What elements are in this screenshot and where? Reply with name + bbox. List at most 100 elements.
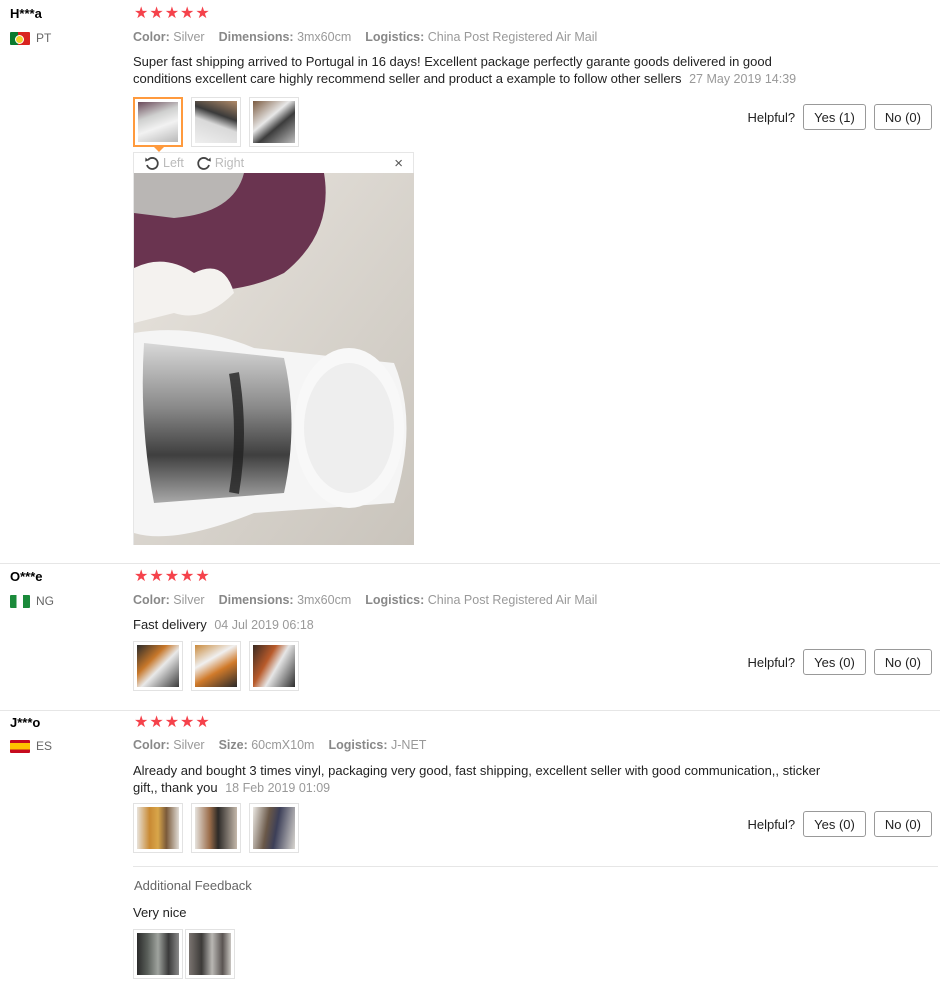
yes-button[interactable]: Yes (0) [803, 811, 866, 837]
star-icon: ★ [149, 5, 164, 22]
review-text: Super fast shipping arrived to Portugal … [133, 53, 833, 88]
star-icon: ★ [180, 714, 195, 731]
star-rating: ★ ★ ★ ★ ★ [134, 715, 210, 731]
attr-key: Dimensions: [218, 593, 294, 607]
photo-thumbnails [133, 803, 299, 853]
photo-thumbnail[interactable] [249, 97, 299, 147]
country-code: PT [36, 31, 52, 45]
user-name: H***a [10, 6, 42, 21]
star-icon: ★ [195, 5, 210, 22]
attr-value: 3mx60cm [297, 593, 352, 607]
country: PT [10, 31, 51, 45]
review-divider [0, 710, 940, 711]
yes-button[interactable]: Yes (0) [803, 649, 866, 675]
star-icon: ★ [164, 714, 180, 731]
spain-flag-icon [10, 739, 30, 753]
yes-button[interactable]: Yes (1) [803, 104, 866, 130]
user-name: J***o [10, 715, 41, 730]
product-attributes: Color: Silver Size: 60cmX10m Logistics: … [133, 738, 426, 752]
photo-thumbnails [133, 641, 299, 691]
attr-value: China Post Registered Air Mail [427, 593, 598, 607]
helpful-voting: Helpful? Yes (0) No (0) [747, 649, 932, 675]
star-icon: ★ [164, 5, 180, 22]
viewer-toolbar: Left Right × [134, 153, 413, 173]
portugal-flag-icon [10, 31, 30, 45]
no-button[interactable]: No (0) [873, 104, 932, 130]
star-icon: ★ [195, 714, 210, 731]
review-text: Already and bought 3 times vinyl, packag… [133, 762, 833, 797]
no-button[interactable]: No (0) [873, 811, 932, 837]
star-rating: ★ ★ ★ ★ ★ [134, 569, 210, 585]
photo-thumbnail[interactable] [133, 641, 183, 691]
product-attributes: Color: Silver Dimensions: 3mx60cm Logist… [133, 593, 597, 607]
attr-key: Color: [133, 30, 170, 44]
attr-key: Dimensions: [218, 30, 294, 44]
star-icon: ★ [180, 5, 195, 22]
additional-feedback-heading: Additional Feedback [134, 878, 252, 893]
star-icon: ★ [134, 568, 149, 585]
photo-thumbnail[interactable] [191, 97, 241, 147]
rotate-right-icon [197, 157, 211, 170]
no-button[interactable]: No (0) [873, 649, 932, 675]
star-icon: ★ [149, 568, 164, 585]
photo-thumbnail[interactable] [249, 641, 299, 691]
helpful-voting: Helpful? Yes (1) No (0) [747, 104, 932, 130]
additional-body: Very nice [133, 905, 187, 920]
country-code: ES [36, 739, 53, 753]
attr-value: Silver [173, 30, 205, 44]
review-body: Fast delivery [133, 617, 207, 632]
photo-thumbnail[interactable] [191, 641, 241, 691]
review-body: Super fast shipping arrived to Portugal … [133, 54, 772, 86]
country-code: NG [36, 594, 54, 608]
helpful-voting: Helpful? Yes (0) No (0) [747, 811, 932, 837]
review-date: 04 Jul 2019 06:18 [214, 618, 314, 632]
helpful-label: Helpful? [747, 654, 796, 670]
star-rating: ★ ★ ★ ★ ★ [134, 6, 210, 22]
star-icon: ★ [180, 568, 195, 585]
helpful-label: Helpful? [747, 109, 796, 125]
rotate-left-icon [145, 157, 159, 170]
star-icon: ★ [195, 568, 210, 585]
photo-thumbnail[interactable] [185, 929, 235, 979]
rotate-left-label: Left [163, 156, 184, 170]
photo-thumbnail[interactable] [249, 803, 299, 853]
star-icon: ★ [149, 714, 164, 731]
image-viewer: Left Right × [133, 152, 414, 545]
attr-value: 60cmX10m [251, 738, 315, 752]
close-icon[interactable]: × [394, 155, 403, 172]
user-name: O***e [10, 569, 43, 584]
review-photo-large [134, 173, 414, 545]
rotate-right-label: Right [214, 156, 245, 170]
photo-thumbnail[interactable] [191, 803, 241, 853]
attr-value: 3mx60cm [297, 30, 352, 44]
attr-value: J-NET [391, 738, 427, 752]
photo-thumbnail[interactable] [133, 929, 183, 979]
country: NG [10, 594, 54, 608]
attr-key: Logistics: [328, 738, 388, 752]
rotate-right-button[interactable]: Right [196, 155, 244, 171]
review-date: 27 May 2019 14:39 [689, 72, 797, 86]
attr-key: Logistics: [365, 30, 425, 44]
additional-feedback-divider [133, 866, 938, 867]
country: ES [10, 739, 52, 753]
review-divider [0, 563, 940, 564]
nigeria-flag-icon [10, 594, 30, 608]
photo-thumbnail[interactable] [133, 803, 183, 853]
photo-thumbnails [133, 97, 299, 152]
attr-key: Logistics: [365, 593, 425, 607]
attr-value: Silver [173, 593, 205, 607]
star-icon: ★ [134, 714, 149, 731]
attr-key: Color: [133, 593, 170, 607]
photo-thumbnail[interactable] [133, 97, 183, 152]
attr-value: China Post Registered Air Mail [427, 30, 598, 44]
additional-photo-thumbnails [133, 929, 235, 979]
helpful-label: Helpful? [747, 816, 796, 832]
additional-feedback-text: Very nice [133, 904, 833, 921]
review-text: Fast delivery 04 Jul 2019 06:18 [133, 616, 833, 634]
star-icon: ★ [134, 5, 149, 22]
attr-key: Color: [133, 738, 170, 752]
attr-key: Size: [218, 738, 248, 752]
star-icon: ★ [164, 568, 180, 585]
rotate-left-button[interactable]: Left [144, 155, 184, 171]
attr-value: Silver [173, 738, 205, 752]
